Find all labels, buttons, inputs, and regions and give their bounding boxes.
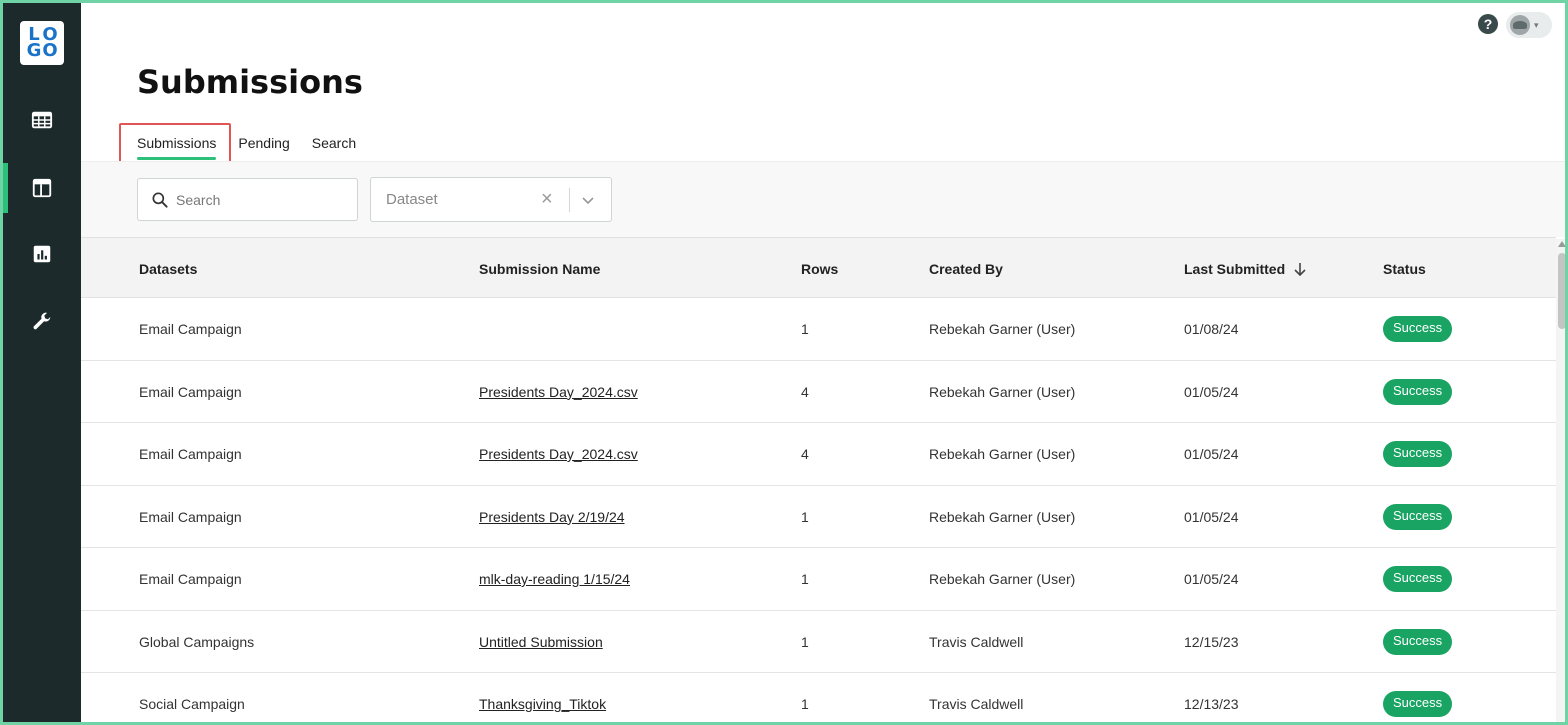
table-row[interactable]: Email Campaign Presidents Day_2024.csv 4… <box>81 423 1556 486</box>
dataset-cell: Email Campaign <box>139 383 242 400</box>
table-grid-icon <box>31 111 53 129</box>
chevron-down-icon[interactable] <box>580 192 596 208</box>
column-header-created-by[interactable]: Created By <box>929 261 1003 277</box>
table-row[interactable]: Social Campaign Thanksgiving_Tiktok 1 Tr… <box>81 673 1556 722</box>
column-header-last-submitted[interactable]: Last Submitted <box>1184 261 1307 277</box>
sort-descending-icon[interactable] <box>1293 262 1307 276</box>
last-submitted-cell: 12/13/23 <box>1184 696 1239 712</box>
table-scrollbar[interactable] <box>1556 239 1565 722</box>
logo[interactable]: L O G O <box>20 21 64 65</box>
sidebar-item-tools[interactable] <box>3 297 81 347</box>
dataset-cell: Global Campaigns <box>139 633 255 650</box>
avatar <box>1510 15 1530 35</box>
rows-cell: 4 <box>801 383 809 400</box>
last-submitted-cell: 01/08/24 <box>1184 321 1239 337</box>
column-header-submission-name[interactable]: Submission Name <box>479 261 600 277</box>
scroll-up-icon[interactable] <box>1558 241 1565 247</box>
search-input[interactable] <box>176 191 336 208</box>
table-row[interactable]: Email Campaign Presidents Day_2024.csv 4… <box>81 360 1556 423</box>
rows-cell: 1 <box>801 696 809 712</box>
rows-cell: 1 <box>801 321 809 337</box>
filter-bar: Dataset × <box>81 161 1565 237</box>
created-by-cell: Rebekah Garner (User) <box>929 571 1076 587</box>
submission-name-link[interactable]: Thanksgiving_Tiktok <box>479 696 606 712</box>
logo-letter: G <box>26 40 42 61</box>
user-menu[interactable]: ▾ <box>1506 12 1552 38</box>
status-badge: Success <box>1383 316 1453 342</box>
dataset-cell: Email Campaign <box>139 571 242 587</box>
created-by-cell: Rebekah Garner (User) <box>929 446 1076 462</box>
last-submitted-cell: 01/05/24 <box>1184 383 1239 400</box>
app-frame: L O G O ? ▾ Submissions Submissions Pend… <box>0 0 1568 725</box>
dataset-placeholder: Dataset <box>386 191 438 208</box>
status-badge: Success <box>1383 628 1453 655</box>
rows-cell: 4 <box>801 446 809 462</box>
created-by-cell: Travis Caldwell <box>929 633 1024 650</box>
table-header: Datasets Submission Name Rows Created By… <box>81 237 1556 298</box>
submissions-table: Datasets Submission Name Rows Created By… <box>81 237 1556 722</box>
help-icon[interactable]: ? <box>1478 14 1498 34</box>
column-header-datasets[interactable]: Datasets <box>139 261 197 277</box>
status-badge: Success <box>1383 691 1453 717</box>
table-row[interactable]: Global Campaigns Untitled Submission 1 T… <box>81 610 1556 673</box>
tab-bar: Submissions Pending Search <box>137 135 378 163</box>
created-by-cell: Rebekah Garner (User) <box>929 508 1076 525</box>
dataset-select[interactable]: Dataset × <box>370 177 612 222</box>
scrollbar-thumb[interactable] <box>1558 253 1565 329</box>
wrench-icon <box>33 312 51 330</box>
table-row[interactable]: Email Campaign mlk-day-reading 1/15/24 1… <box>81 548 1556 611</box>
dataset-cell: Social Campaign <box>139 696 245 712</box>
table-row[interactable]: Email Campaign Presidents Day 2/19/24 1 … <box>81 485 1556 548</box>
page-title: Submissions <box>137 63 363 101</box>
submission-name-link[interactable]: Presidents Day 2/19/24 <box>479 509 625 525</box>
sidebar-item-submissions[interactable] <box>3 163 81 213</box>
status-badge: Success <box>1383 566 1453 592</box>
submission-name-link[interactable]: mlk-day-reading 1/15/24 <box>479 571 630 587</box>
status-badge: Success <box>1383 503 1453 530</box>
dataset-cell: Email Campaign <box>139 508 242 525</box>
created-by-cell: Travis Caldwell <box>929 696 1024 712</box>
select-separator <box>569 188 570 212</box>
search-icon <box>152 192 168 208</box>
column-header-label: Last Submitted <box>1184 261 1286 277</box>
tab-pending[interactable]: Pending <box>238 135 289 161</box>
dataset-cell: Email Campaign <box>139 446 242 462</box>
submission-name-link[interactable]: Presidents Day_2024.csv <box>479 446 638 462</box>
status-badge: Success <box>1383 441 1453 467</box>
last-submitted-cell: 01/05/24 <box>1184 446 1239 462</box>
clear-icon[interactable]: × <box>541 188 553 211</box>
rows-cell: 1 <box>801 508 809 525</box>
submission-name-link[interactable]: Presidents Day_2024.csv <box>479 384 638 400</box>
table-row[interactable]: Email Campaign 1 Rebekah Garner (User) 0… <box>81 298 1556 361</box>
sidebar-item-tables[interactable] <box>3 95 81 145</box>
layout-icon <box>32 178 52 198</box>
rows-cell: 1 <box>801 633 809 650</box>
dataset-cell: Email Campaign <box>139 321 242 337</box>
last-submitted-cell: 01/05/24 <box>1184 571 1239 587</box>
sidebar-item-reports[interactable] <box>3 229 81 279</box>
sidebar: L O G O <box>3 3 81 722</box>
bar-chart-icon <box>33 245 51 263</box>
status-badge: Success <box>1383 378 1453 405</box>
chevron-down-icon: ▾ <box>1534 19 1539 30</box>
column-header-status[interactable]: Status <box>1383 261 1426 277</box>
last-submitted-cell: 01/05/24 <box>1184 508 1239 525</box>
tab-search[interactable]: Search <box>312 135 356 161</box>
created-by-cell: Rebekah Garner (User) <box>929 321 1076 337</box>
last-submitted-cell: 12/15/23 <box>1184 633 1239 650</box>
created-by-cell: Rebekah Garner (User) <box>929 383 1076 400</box>
logo-letter: O <box>42 40 58 61</box>
search-box[interactable] <box>137 178 358 221</box>
submission-name-link[interactable]: Untitled Submission <box>479 634 603 650</box>
column-header-rows[interactable]: Rows <box>801 261 838 277</box>
tab-submissions[interactable]: Submissions <box>137 135 217 161</box>
rows-cell: 1 <box>801 571 809 587</box>
